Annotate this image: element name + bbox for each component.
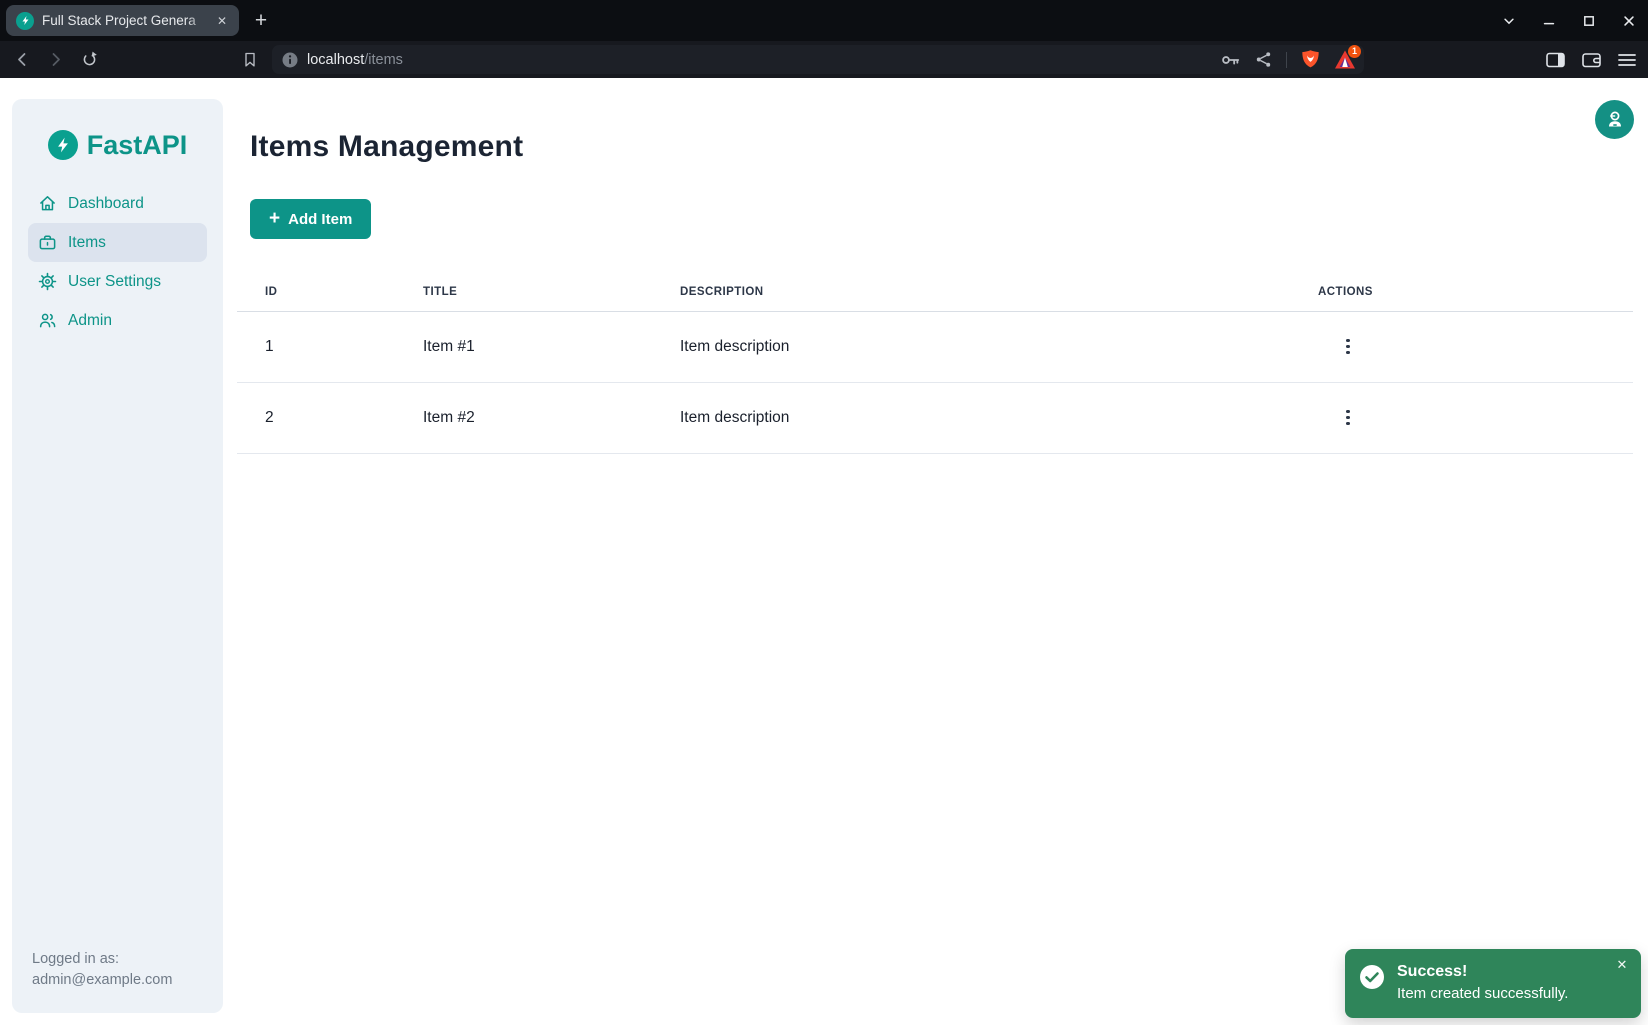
- brave-rewards-icon[interactable]: 1: [1334, 49, 1356, 70]
- cell-title: Item #2: [395, 382, 652, 453]
- row-actions-kebab-icon[interactable]: [1336, 406, 1360, 430]
- table-header-row: ID TITLE DESCRIPTION ACTIONS: [237, 274, 1633, 311]
- browser-tab[interactable]: Full Stack Project Genera ✕: [6, 5, 239, 36]
- window-minimize-button[interactable]: [1540, 12, 1558, 30]
- sidebar-item-items[interactable]: Items: [28, 223, 207, 262]
- column-header-id: ID: [237, 274, 395, 311]
- reload-button[interactable]: [81, 51, 98, 68]
- fastapi-logo: FastAPI: [22, 127, 213, 163]
- url-text: localhost/items: [307, 52, 403, 68]
- sidebar-item-label: Dashboard: [68, 195, 144, 213]
- menu-hamburger-icon[interactable]: [1618, 53, 1636, 67]
- fastapi-logo-icon: [48, 130, 78, 160]
- tab-close-icon[interactable]: ✕: [213, 12, 231, 30]
- column-header-title: TITLE: [395, 274, 652, 311]
- sidebar-item-user-settings[interactable]: User Settings: [28, 262, 207, 301]
- sidebar-panel-icon[interactable]: [1546, 52, 1565, 68]
- gear-icon: [38, 272, 57, 291]
- cell-description: Item description: [652, 382, 1290, 453]
- address-bar[interactable]: localhost/items: [272, 45, 1364, 74]
- url-host: localhost: [307, 52, 364, 68]
- tab-search-chevron-icon[interactable]: [1500, 12, 1518, 30]
- forward-button[interactable]: [47, 51, 64, 68]
- sidebar-item-label: User Settings: [68, 273, 161, 291]
- page-content: FastAPI Dashboard Items: [0, 78, 1648, 1025]
- user-avatar-button[interactable]: [1595, 100, 1634, 139]
- users-icon: [38, 311, 57, 330]
- new-tab-button[interactable]: +: [248, 8, 274, 34]
- sidebar-item-label: Admin: [68, 312, 112, 330]
- table-row: 1 Item #1 Item description: [237, 311, 1633, 382]
- toast-close-icon[interactable]: ✕: [1614, 957, 1630, 973]
- toast-message: Item created successfully.: [1397, 982, 1568, 1005]
- cell-description: Item description: [652, 311, 1290, 382]
- add-item-button[interactable]: + Add Item: [250, 199, 371, 239]
- url-path: /items: [364, 52, 403, 68]
- brave-shields-icon[interactable]: [1301, 49, 1320, 70]
- cell-id: 2: [237, 382, 395, 453]
- table-row: 2 Item #2 Item description: [237, 382, 1633, 453]
- briefcase-icon: [38, 233, 57, 252]
- sidebar: FastAPI Dashboard Items: [12, 99, 223, 1013]
- sidebar-nav: Dashboard Items User Settings: [22, 184, 213, 340]
- check-circle-icon: [1359, 964, 1385, 990]
- bookmark-icon[interactable]: [242, 51, 259, 68]
- column-header-actions: ACTIONS: [1290, 274, 1633, 311]
- success-toast: Success! Item created successfully. ✕: [1345, 949, 1641, 1018]
- sidebar-item-label: Items: [68, 234, 106, 252]
- logo-text: FastAPI: [87, 130, 188, 161]
- browser-tab-bar: Full Stack Project Genera ✕ +: [0, 0, 1648, 41]
- sidebar-item-dashboard[interactable]: Dashboard: [28, 184, 207, 223]
- window-close-button[interactable]: [1620, 12, 1638, 30]
- logged-in-label: Logged in as:: [32, 949, 172, 970]
- tab-title: Full Stack Project Genera: [42, 12, 213, 29]
- home-icon: [38, 194, 57, 213]
- add-item-label: Add Item: [288, 211, 352, 228]
- browser-toolbar: localhost/items: [0, 41, 1648, 78]
- user-avatar-icon: [1604, 109, 1626, 131]
- toolbar-separator: [1286, 52, 1287, 68]
- back-button[interactable]: [14, 51, 31, 68]
- page-title: Items Management: [250, 130, 523, 164]
- wallet-icon[interactable]: [1582, 52, 1601, 68]
- cell-id: 1: [237, 311, 395, 382]
- share-icon[interactable]: [1255, 51, 1272, 68]
- column-header-description: DESCRIPTION: [652, 274, 1290, 311]
- cell-title: Item #1: [395, 311, 652, 382]
- window-maximize-button[interactable]: [1580, 12, 1598, 30]
- logged-in-info: Logged in as: admin@example.com: [32, 949, 172, 991]
- rewards-badge: 1: [1348, 45, 1361, 58]
- plus-icon: +: [269, 209, 280, 228]
- items-table: ID TITLE DESCRIPTION ACTIONS 1 Item #1 I…: [237, 274, 1633, 454]
- logged-in-email: admin@example.com: [32, 970, 172, 991]
- saved-passwords-key-icon[interactable]: [1221, 52, 1241, 68]
- row-actions-kebab-icon[interactable]: [1336, 335, 1360, 359]
- fastapi-favicon-icon: [16, 12, 34, 30]
- toast-title: Success!: [1397, 962, 1568, 982]
- site-info-icon[interactable]: [282, 52, 298, 68]
- sidebar-item-admin[interactable]: Admin: [28, 301, 207, 340]
